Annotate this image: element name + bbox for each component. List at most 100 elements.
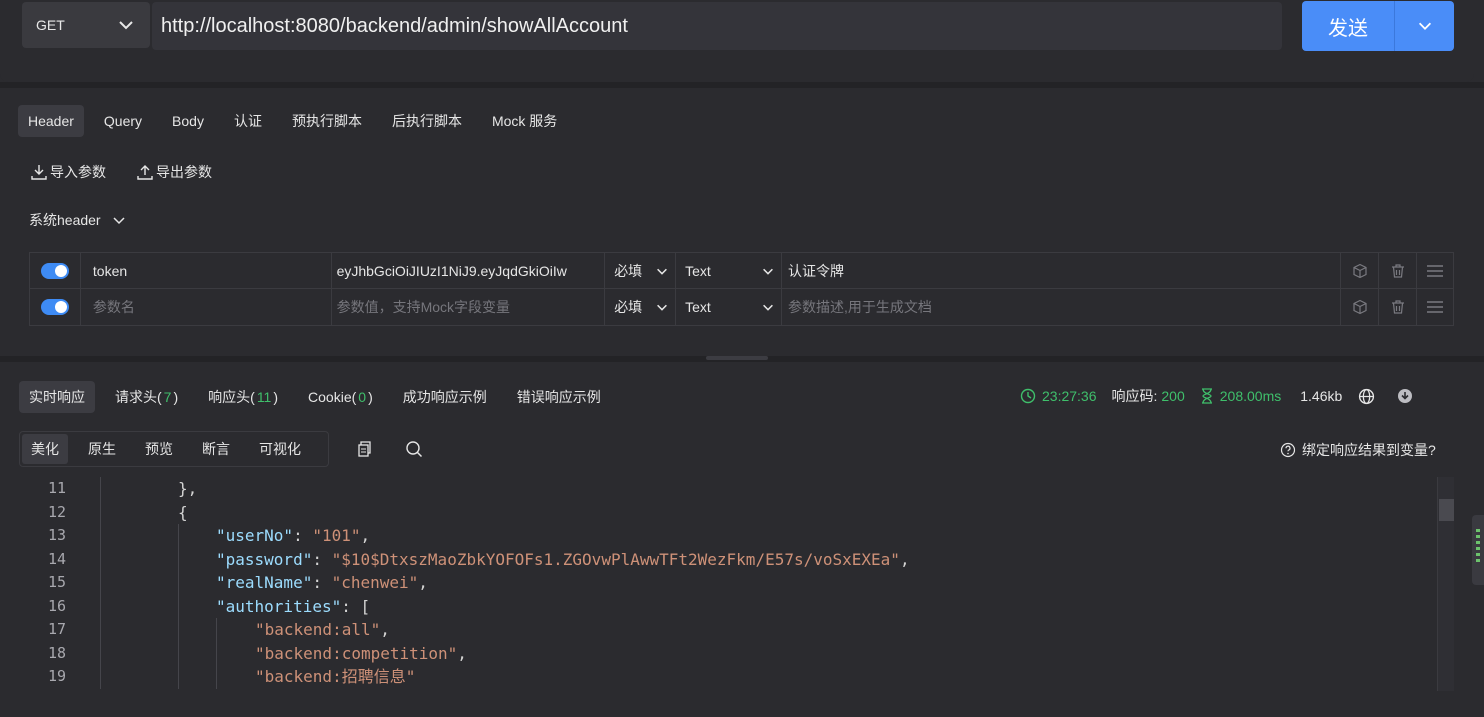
indent-guide	[178, 618, 179, 642]
indent-guide	[216, 641, 217, 665]
tab-cookie[interactable]: Cookie(0)	[298, 381, 383, 413]
view-preview[interactable]: 预览	[136, 434, 182, 464]
bind-response-help[interactable]: 绑定响应结果到变量?	[1280, 440, 1436, 460]
request-panel: Header Query Body 认证 预执行脚本 后执行脚本 Mock 服务…	[0, 88, 1484, 356]
response-status: 23:27:36 响应码: 200 208.00ms 1.46kb	[1020, 386, 1413, 406]
required-label: 必填	[614, 299, 643, 315]
response-tabs: 实时响应 请求头(7) 响应头(11) Cookie(0) 成功响应示例 错误响…	[19, 381, 621, 413]
code-line: 13 "userNo": "101",	[0, 524, 1440, 548]
drag-lines-icon	[1427, 264, 1444, 277]
chevron-down-icon	[657, 304, 668, 311]
indent-guide	[100, 641, 101, 665]
param-value-cell[interactable]: eyJhbGciOiJIUzI1NiJ9.eyJqdGkiOiIw	[332, 253, 606, 288]
send-dropdown-button[interactable]	[1395, 1, 1454, 51]
line-number: 15	[47, 573, 66, 591]
download-circle-icon[interactable]	[1397, 388, 1413, 404]
tab-success-example[interactable]: 成功响应示例	[393, 381, 497, 413]
status-code-label: 响应码:	[1111, 388, 1158, 404]
download-icon	[31, 165, 47, 180]
indent-guide	[178, 594, 179, 618]
chevron-down-icon	[763, 304, 773, 311]
scroll-thumb[interactable]	[1439, 499, 1454, 521]
line-number: 18	[47, 643, 66, 662]
tab-header[interactable]: Header	[18, 105, 84, 137]
trash-icon	[1391, 300, 1404, 314]
import-params-button[interactable]: 导入参数	[30, 162, 106, 182]
param-name-cell[interactable]: token	[81, 253, 332, 288]
export-params-label: 导出参数	[156, 164, 212, 180]
param-desc-cell[interactable]: 认证令牌	[782, 253, 1342, 288]
code-line: 18 "backend:competition",	[0, 641, 1440, 665]
trash-icon	[1391, 263, 1404, 278]
param-value-input[interactable]: 参数值，支持Mock字段变量	[332, 289, 606, 325]
tab-response-headers[interactable]: 响应头(11)	[198, 381, 288, 413]
view-raw[interactable]: 原生	[79, 434, 125, 464]
delete-row-button[interactable]	[1379, 253, 1418, 288]
tab-post-script[interactable]: 后执行脚本	[382, 105, 472, 137]
response-code-editor[interactable]: 11}, 12{13 "userNo": "101", 14 "password": "…	[0, 477, 1440, 697]
export-params-button[interactable]: 导出参数	[136, 162, 212, 182]
indent-guide	[100, 571, 101, 595]
search-icon[interactable]	[405, 440, 423, 458]
param-name-input[interactable]: 参数名	[81, 289, 332, 325]
meter-bar	[1476, 535, 1480, 538]
line-number: 17	[47, 620, 66, 638]
indent-guide	[100, 500, 101, 524]
drag-handle[interactable]	[1417, 253, 1453, 288]
method-select[interactable]: GET	[22, 2, 150, 48]
globe-icon[interactable]	[1358, 388, 1375, 405]
code-text: "password": "$10$DtxszMaoZbkYOFOFs1.ZGOv…	[216, 549, 910, 569]
code-text: "backend:all",	[255, 620, 390, 639]
tab-live-response[interactable]: 实时响应	[19, 381, 95, 413]
enable-toggle[interactable]	[40, 262, 69, 279]
delete-row-button[interactable]	[1379, 289, 1418, 325]
view-pretty[interactable]: 美化	[22, 434, 68, 464]
editor-scrollbar[interactable]	[1437, 477, 1454, 691]
code-line: 12 {	[0, 500, 1440, 524]
splitter-handle[interactable]	[706, 356, 768, 360]
json-key: "userNo"	[216, 526, 294, 545]
system-header-label: 系统header	[29, 212, 101, 228]
tab-query[interactable]: Query	[94, 105, 152, 137]
indent-guide	[178, 547, 179, 571]
required-select[interactable]: 必填	[605, 289, 677, 325]
enable-toggle[interactable]	[40, 299, 69, 315]
table-row: 参数名 参数值，支持Mock字段变量 必填 Text 参数描述,用于生成文档	[30, 289, 1453, 325]
tab-pre-script[interactable]: 预执行脚本	[282, 105, 372, 137]
required-select[interactable]: 必填	[605, 253, 677, 288]
type-select[interactable]: Text	[676, 253, 782, 288]
mock-cube-button[interactable]	[1341, 253, 1380, 288]
code-line: 14 "password": "$10$DtxszMaoZbkYOFOFs1.ZG…	[0, 547, 1440, 571]
cube-icon	[1353, 299, 1367, 315]
param-desc-input[interactable]: 参数描述,用于生成文档	[782, 289, 1342, 325]
url-input[interactable]: http://localhost:8080/backend/admin/show…	[152, 2, 1282, 50]
view-visualize[interactable]: 可视化	[250, 434, 310, 464]
status-code: 200	[1161, 388, 1185, 404]
response-size: 1.46kb	[1300, 388, 1343, 404]
mock-cube-button[interactable]	[1341, 289, 1380, 325]
chevron-down-icon	[657, 268, 668, 275]
method-label: GET	[36, 17, 65, 33]
drag-lines-icon	[1427, 301, 1444, 313]
send-button[interactable]: 发送	[1302, 1, 1394, 51]
tab-suffix: )	[273, 389, 279, 405]
type-select[interactable]: Text	[676, 289, 782, 325]
indent-guide	[100, 665, 101, 689]
tab-request-headers[interactable]: 请求头(7)	[105, 381, 188, 413]
code-line: 19 "backend:招聘信息"	[0, 665, 1440, 689]
tab-mock[interactable]: Mock 服务	[482, 105, 567, 137]
response-panel: 实时响应 请求头(7) 响应头(11) Cookie(0) 成功响应示例 错误响…	[0, 362, 1484, 717]
drag-handle[interactable]	[1417, 289, 1453, 325]
json-string: "chenwei"	[331, 573, 419, 592]
view-assert[interactable]: 断言	[193, 434, 239, 464]
indent-guide	[178, 641, 179, 665]
system-header-toggle[interactable]: 系统header	[29, 210, 127, 230]
tab-auth[interactable]: 认证	[224, 105, 272, 137]
count-badge: 7	[163, 389, 172, 405]
code-text: "backend:competition",	[255, 643, 467, 663]
tab-error-example[interactable]: 错误响应示例	[507, 381, 611, 413]
tab-body[interactable]: Body	[162, 105, 214, 137]
upload-icon	[137, 165, 153, 180]
enable-cell	[30, 253, 81, 288]
copy-icon[interactable]	[355, 440, 373, 458]
